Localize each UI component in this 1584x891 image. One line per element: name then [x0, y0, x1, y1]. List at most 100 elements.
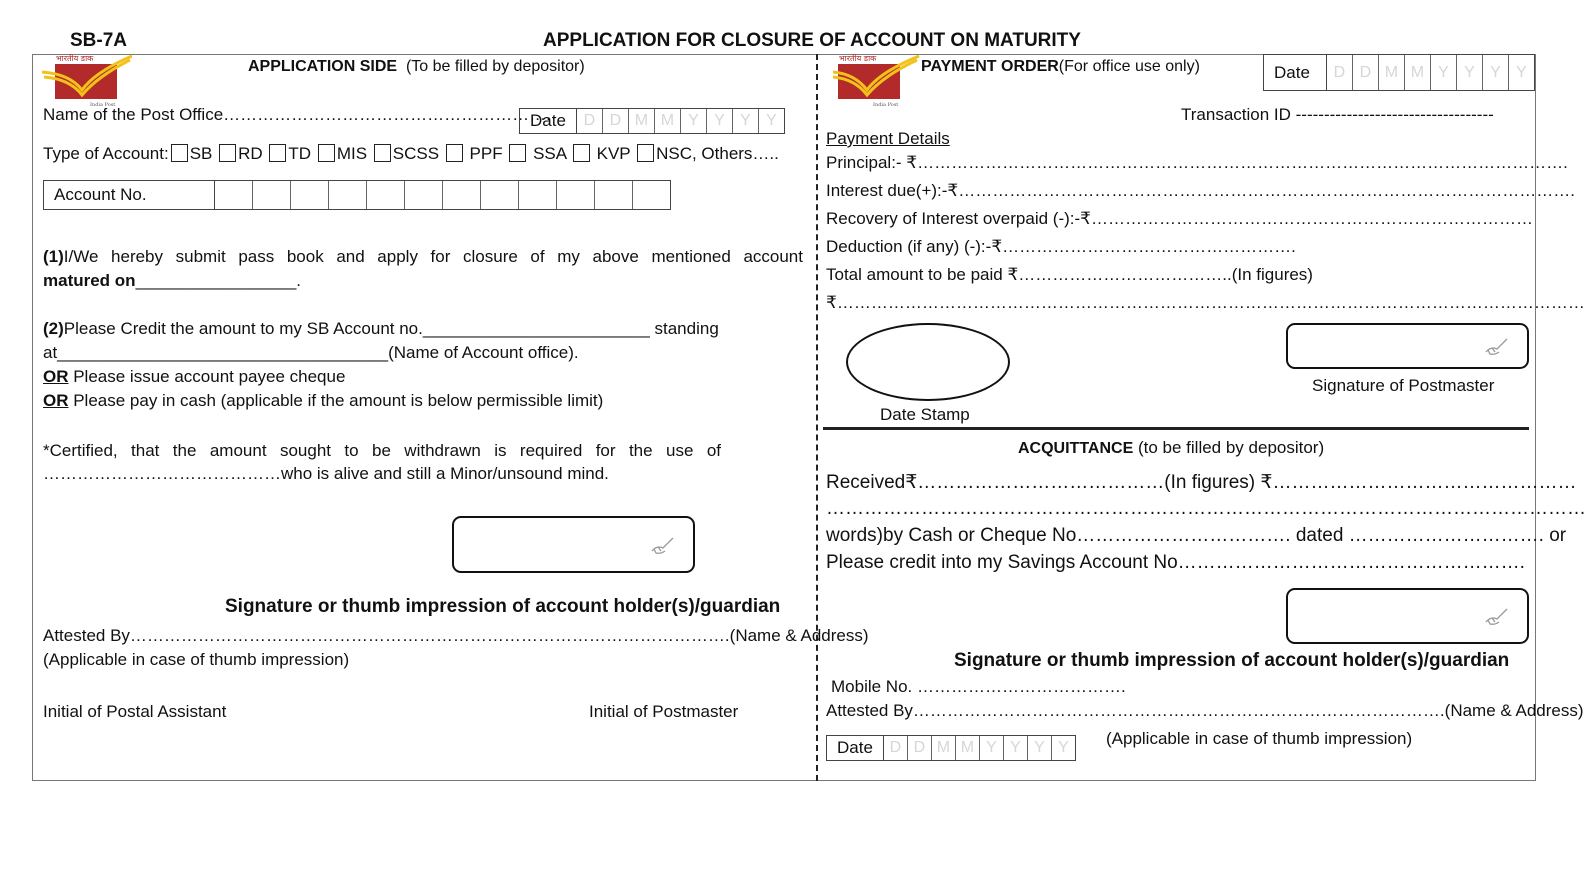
account-no-label: Account No.: [44, 181, 215, 209]
checkbox-label: NSC, Others…..: [656, 144, 779, 163]
checkbox-rd[interactable]: [219, 144, 237, 162]
date-cell-d2[interactable]: D: [603, 109, 629, 133]
checkbox-nsc-others[interactable]: [637, 144, 655, 162]
date-cell-m1[interactable]: M: [932, 736, 956, 760]
option-cash: OR Please pay in cash (applicable if the…: [43, 391, 603, 411]
account-digit-cell[interactable]: [291, 181, 329, 209]
account-type-label: Type of Account:: [43, 144, 169, 163]
received-amount-field[interactable]: Received₹…………………………………(In figures) ₹……………: [826, 471, 1576, 494]
interest-due-field[interactable]: Interest due(+):-₹……………………………………………………………: [826, 181, 1575, 201]
date-cell-d1[interactable]: D: [577, 109, 603, 133]
pen-signature-icon: [1485, 338, 1508, 355]
post-office-name-field[interactable]: Name of the Post Office………………………………………………: [43, 105, 551, 125]
account-digit-cell[interactable]: [405, 181, 443, 209]
signature-caption: Signature or thumb impression of account…: [225, 596, 781, 617]
acquittance-signature-box[interactable]: [1286, 588, 1529, 644]
acquittance-date-field[interactable]: Date D D M M Y Y Y Y: [826, 735, 1076, 761]
date-cell-y3[interactable]: Y: [1483, 55, 1509, 90]
date-cell-m2[interactable]: M: [655, 109, 681, 133]
account-digit-cell[interactable]: [595, 181, 633, 209]
date-cell-y2[interactable]: Y: [1457, 55, 1483, 90]
date-cell-y4[interactable]: Y: [759, 109, 784, 133]
date-cell-d2[interactable]: D: [908, 736, 932, 760]
account-digit-cell[interactable]: [557, 181, 595, 209]
date-cell-y1[interactable]: Y: [980, 736, 1004, 760]
acquittance-heading: ACQUITTANCE (to be filled by depositor): [1018, 438, 1324, 458]
date-cell-d1[interactable]: D: [1327, 55, 1353, 90]
total-amount-words-field[interactable]: ₹…………………………………………………………………………………………………………: [826, 293, 1584, 313]
option-text: Please pay in cash (applicable if the am…: [68, 391, 604, 410]
date-cell-d1[interactable]: D: [884, 736, 908, 760]
date-cell-m2[interactable]: M: [1405, 55, 1431, 90]
date-label: Date: [1264, 55, 1327, 90]
postmaster-signature-label: Signature of Postmaster: [1312, 376, 1495, 395]
date-cell-m2[interactable]: M: [956, 736, 980, 760]
postmaster-signature-box[interactable]: [1286, 323, 1529, 369]
checkbox-td[interactable]: [269, 144, 287, 162]
account-digit-cell[interactable]: [253, 181, 291, 209]
application-date-field[interactable]: Date D D M M Y Y Y Y: [519, 108, 785, 134]
payment-date-field[interactable]: Date D D M M Y Y Y Y: [1263, 54, 1535, 91]
sb-account-field[interactable]: Please Credit the amount to my SB Accoun…: [64, 319, 719, 338]
cheque-details-field[interactable]: words)by Cash or Cheque No……………………………. d…: [826, 525, 1566, 547]
received-words-field[interactable]: ……………………………………………………………………………………………………………: [826, 498, 1584, 520]
checkbox-sb[interactable]: [170, 144, 188, 162]
checkbox-ppf[interactable]: [445, 144, 463, 162]
acquittance-applicable-note: (Applicable in case of thumb impression): [1106, 729, 1413, 748]
date-cell-y4[interactable]: Y: [1052, 736, 1075, 760]
mobile-number-field[interactable]: Mobile No. ……………………………….: [831, 677, 1126, 697]
date-cell-m1[interactable]: M: [629, 109, 655, 133]
checkbox-scss[interactable]: [373, 144, 391, 162]
date-cell-y4[interactable]: Y: [1509, 55, 1534, 90]
account-number-field[interactable]: Account No.: [43, 180, 671, 210]
initial-postal-assistant: Initial of Postal Assistant: [43, 702, 227, 721]
checkbox-mis[interactable]: [317, 144, 335, 162]
principal-field[interactable]: Principal:- ₹…………………………………………………………………………: [826, 153, 1568, 173]
date-cell-m1[interactable]: M: [1379, 55, 1405, 90]
form-title: APPLICATION FOR CLOSURE OF ACCOUNT ON MA…: [543, 30, 1081, 51]
checkbox-ssa[interactable]: [509, 144, 527, 162]
account-digit-cell[interactable]: [633, 181, 670, 209]
date-cell-y3[interactable]: Y: [733, 109, 759, 133]
savings-account-field[interactable]: Please credit into my Savings Account No…: [826, 552, 1525, 574]
total-amount-figures-field[interactable]: Total amount to be paid ₹………………………………..(…: [826, 265, 1313, 285]
acquittance-attested-by-field[interactable]: Attested By………………………………………………………………………………: [826, 701, 1584, 721]
svg-text:भारतीय डाक: भारतीय डाक: [56, 53, 94, 63]
pen-signature-icon: [1485, 608, 1508, 625]
checkbox-label: SB: [189, 144, 213, 163]
account-digit-cell[interactable]: [329, 181, 367, 209]
transaction-id-field[interactable]: Transaction ID -------------------------…: [1181, 105, 1494, 125]
depositor-signature-box[interactable]: [452, 516, 695, 573]
checkbox-label: TD: [288, 144, 312, 163]
account-office-field[interactable]: at___________________________________(Na…: [43, 343, 579, 363]
initial-postmaster: Initial of Postmaster: [589, 702, 739, 721]
date-cell-y3[interactable]: Y: [1028, 736, 1052, 760]
attested-by-field[interactable]: Attested By………………………………………………………………………………: [43, 626, 869, 646]
paragraph-1-line1: (1)I/We hereby submit pass book and appl…: [43, 245, 803, 269]
heading-bold: ACQUITTANCE: [1018, 440, 1134, 457]
checkbox-kvp[interactable]: [572, 144, 590, 162]
checkbox-label: RD: [238, 144, 263, 163]
svg-text:India Post: India Post: [873, 102, 898, 108]
date-cell-d2[interactable]: D: [1353, 55, 1379, 90]
recovery-interest-field[interactable]: Recovery of Interest overpaid (-):-₹……………: [826, 209, 1533, 229]
date-cell-y2[interactable]: Y: [707, 109, 733, 133]
date-cell-y2[interactable]: Y: [1004, 736, 1028, 760]
account-digit-cell[interactable]: [443, 181, 481, 209]
account-digit-cell[interactable]: [481, 181, 519, 209]
account-digit-cell[interactable]: [367, 181, 405, 209]
matured-on-field[interactable]: _________________.: [136, 271, 301, 290]
option-text: Please issue account payee cheque: [68, 367, 346, 386]
account-type-row: Type of Account: SB RD TD MIS SCSS PPF SS…: [43, 144, 779, 164]
date-stamp-label: Date Stamp: [880, 405, 970, 424]
date-cell-y1[interactable]: Y: [681, 109, 707, 133]
account-digit-cell[interactable]: [519, 181, 557, 209]
application-side-heading: APPLICATION SIDE (To be filled by deposi…: [248, 58, 585, 76]
checkbox-label: MIS: [336, 144, 368, 163]
deduction-field[interactable]: Deduction (if any) (-):-₹…………………………………………: [826, 237, 1296, 257]
matured-on-label: matured on: [43, 271, 136, 290]
date-cell-y1[interactable]: Y: [1431, 55, 1457, 90]
account-digit-cell[interactable]: [215, 181, 253, 209]
india-post-logo-icon: भारतीय डाक India Post: [833, 53, 920, 108]
certified-line1: *Certified, that the amount sought to be…: [43, 441, 721, 460]
